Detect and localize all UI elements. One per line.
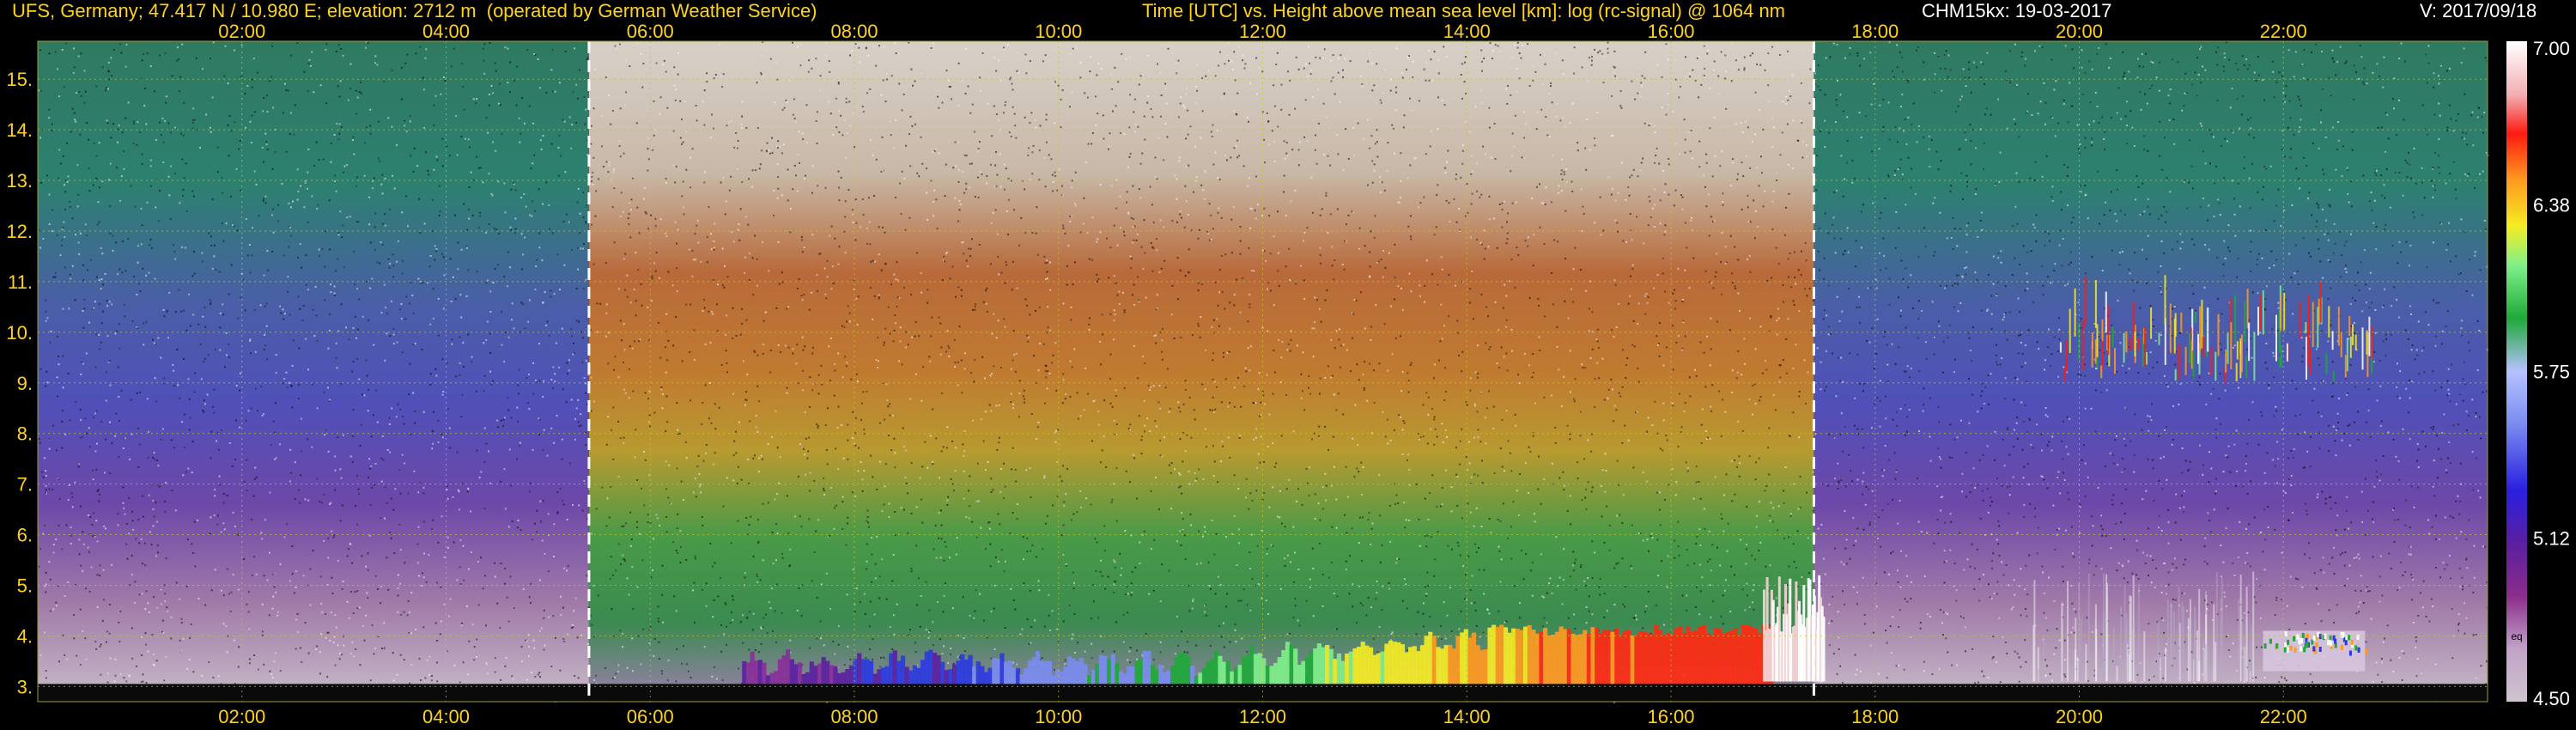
- y-tick-10: 13.: [6, 170, 33, 192]
- day-region: [588, 41, 1814, 702]
- x-tick-top-3: 08:00: [830, 21, 878, 42]
- x-tick-bottom-9: 20:00: [2056, 706, 2103, 727]
- y-tick-11: 14.: [6, 119, 33, 141]
- x-tick-top-9: 20:00: [2056, 21, 2103, 42]
- x-axis-top: 02:00 04:00 06:00 08:00 10:00 12:00 14:00 16:00…: [218, 21, 2307, 42]
- plot-area: [37, 40, 2489, 703]
- night-region-morning: [38, 41, 589, 702]
- ceilometer-chart: 02:00 04:00 06:00 08:00 10:00 12:00 14:00 16:00…: [6, 21, 2570, 727]
- x-tick-top-6: 14:00: [1443, 21, 1491, 42]
- x-tick-bottom-6: 14:00: [1443, 706, 1491, 727]
- x-tick-top-8: 18:00: [1851, 21, 1899, 42]
- y-tick-3: 6.: [17, 525, 33, 546]
- y-tick-2: 5.: [17, 575, 33, 596]
- x-tick-top-5: 12:00: [1239, 21, 1286, 42]
- y-tick-1: 4.: [17, 625, 33, 647]
- x-tick-top-1: 04:00: [422, 21, 470, 42]
- x-tick-bottom-7: 16:00: [1647, 706, 1694, 727]
- colorbar-tick-4: 4.50: [2533, 688, 2570, 709]
- x-tick-top-7: 16:00: [1647, 21, 1694, 42]
- night-region-evening: [1814, 41, 2488, 702]
- x-tick-bottom-1: 04:00: [422, 706, 470, 727]
- y-tick-5: 8.: [17, 423, 33, 445]
- y-tick-6: 9.: [17, 373, 33, 394]
- x-axis-bottom: 02:00 04:00 06:00 08:00 10:00 12:00 14:00 16:00…: [218, 706, 2307, 727]
- x-tick-bottom-8: 18:00: [1851, 706, 1899, 727]
- y-tick-12: 15.: [6, 69, 33, 90]
- x-tick-bottom-0: 02:00: [218, 706, 265, 727]
- x-tick-bottom-3: 08:00: [830, 706, 878, 727]
- colorbar-tick-2: 5.75: [2533, 362, 2570, 383]
- colorbar-tick-3: 5.12: [2533, 527, 2570, 549]
- x-tick-top-10: 22:00: [2260, 21, 2307, 42]
- x-tick-bottom-2: 06:00: [627, 706, 674, 727]
- y-tick-0: 3.: [17, 676, 33, 697]
- x-tick-top-4: 10:00: [1035, 21, 1082, 42]
- y-tick-8: 11.: [8, 271, 33, 293]
- x-tick-top-0: 02:00: [218, 21, 265, 42]
- x-tick-bottom-10: 22:00: [2260, 706, 2307, 727]
- y-tick-4: 7.: [17, 474, 33, 496]
- colorbar: [2506, 41, 2527, 702]
- colorbar-gradient: [2506, 41, 2527, 702]
- x-tick-bottom-4: 10:00: [1035, 706, 1082, 727]
- colorbar-tick-0: 7.00: [2533, 38, 2570, 59]
- colorbar-extra-label: eq: [2511, 630, 2522, 642]
- y-tick-7: 10.: [6, 322, 33, 344]
- x-tick-top-2: 06:00: [627, 21, 674, 42]
- colorbar-tick-1: 6.38: [2533, 195, 2570, 216]
- y-axis: 3. 4. 5. 6. 7. 8. 9. 10. 11. 12. 13. 14. 15.: [6, 69, 33, 697]
- x-tick-bottom-5: 12:00: [1239, 706, 1286, 727]
- y-tick-9: 12.: [6, 221, 33, 242]
